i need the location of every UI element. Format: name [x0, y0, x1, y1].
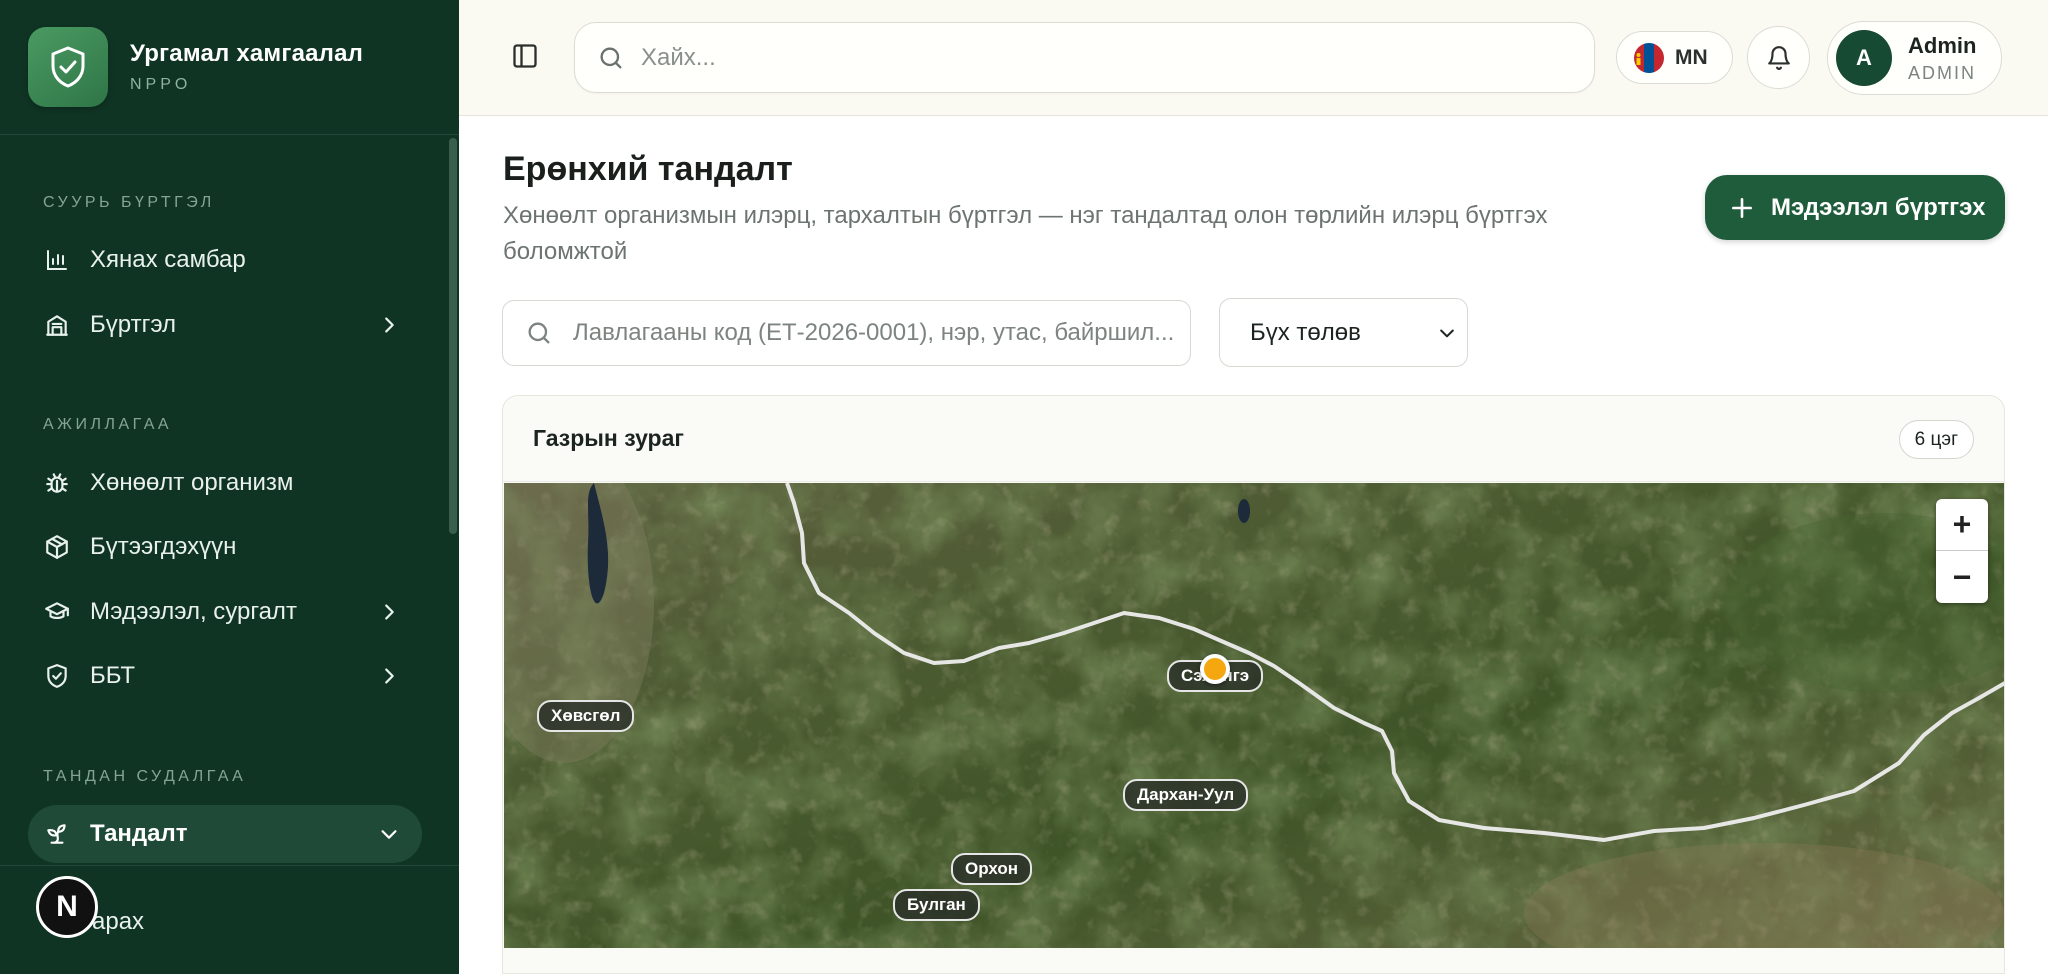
- map-zoom-control[interactable]: + −: [1936, 499, 1988, 603]
- sidebar-item-label: Хөнөөлт организм: [90, 469, 294, 496]
- zoom-out-button[interactable]: −: [1936, 551, 1988, 603]
- notifications-button[interactable]: [1747, 26, 1810, 89]
- shield-check-icon: [44, 663, 70, 689]
- sidebar-item-bbt[interactable]: ББТ: [28, 647, 422, 705]
- satellite-map-imagery: [504, 483, 2004, 948]
- place-label-orkhon: Орхон: [951, 853, 1033, 885]
- avatar: A: [1836, 30, 1892, 86]
- user-menu-button[interactable]: A Admin ADMIN: [1827, 21, 2002, 95]
- box-icon: [44, 534, 70, 560]
- page-title: Ерөнхий тандалт: [503, 150, 793, 188]
- sidebar-item-dashboard[interactable]: Хянах самбар: [28, 231, 422, 289]
- sidebar-footer-label[interactable]: арах: [92, 908, 144, 936]
- map-marker[interactable]: [1200, 654, 1230, 684]
- user-name: Admin: [1908, 32, 1977, 58]
- global-search[interactable]: [574, 22, 1595, 93]
- record-search-input[interactable]: [573, 319, 1183, 347]
- shield-leaf-logo-icon: [28, 27, 108, 107]
- sidebar-item-registration[interactable]: Бүртгэл: [28, 296, 422, 354]
- building-icon: [44, 312, 70, 338]
- section-title-operations: АЖИЛЛАГАА: [43, 416, 173, 433]
- map-title: Газрын зураг: [533, 425, 684, 451]
- sidebar: Ургамал хамгаалал NPPO СУУРЬ БҮРТГЭЛ Хян…: [0, 0, 459, 974]
- graduation-cap-icon: [44, 599, 70, 625]
- bell-icon: [1767, 45, 1790, 70]
- global-search-input[interactable]: [641, 43, 1541, 72]
- place-label-darkhan-uul: Дархан-Уул: [1123, 779, 1249, 811]
- chevron-down-icon: [1437, 323, 1457, 348]
- user-role: ADMIN: [1908, 62, 1976, 83]
- app-subtitle: NPPO: [130, 76, 192, 93]
- n-badge[interactable]: N: [36, 876, 98, 938]
- brand[interactable]: Ургамал хамгаалал NPPO: [0, 0, 459, 135]
- search-icon: [600, 47, 622, 69]
- section-title-surveillance: ТАНДАН СУДАЛГАА: [43, 768, 247, 785]
- bug-icon: [44, 470, 70, 496]
- add-record-label: Мэдээлэл бүртгэх: [1771, 193, 1986, 221]
- sidebar-item-info-training[interactable]: Мэдээлэл, сургалт: [28, 583, 422, 641]
- page-description: Хөнөөлт организмын илэрц, тархалтын бүрт…: [503, 202, 1548, 265]
- place-label-bulgan: Булган: [893, 889, 980, 921]
- sidebar-item-products[interactable]: Бүтээгдэхүүн: [28, 518, 422, 576]
- search-icon: [528, 322, 550, 344]
- place-label-khuvsgul: Хөвсгөл: [537, 700, 635, 732]
- sidebar-item-label: Бүтээгдэхүүн: [90, 533, 237, 560]
- panel-left-icon: [513, 44, 537, 68]
- bar-chart-icon: [44, 247, 70, 273]
- sidebar-item-label: Хянах самбар: [90, 246, 246, 273]
- chevron-right-icon: [378, 314, 400, 341]
- topbar: MN A Admin ADMIN: [459, 0, 2048, 116]
- satellite-map[interactable]: + − Хөвсгөл Сэлэнгэ Дархан-Уул Орхон Бул…: [504, 483, 2004, 948]
- map-card: Газрын зураг 6 цэг + − Хөвсгөл Дархан-Уу…: [502, 395, 2005, 974]
- status-filter-select[interactable]: Бүх төлөв: [1219, 298, 1468, 367]
- sidebar-item-label: Тандалт: [90, 820, 188, 847]
- sidebar-item-surveillance[interactable]: Тандалт: [28, 805, 422, 863]
- sidebar-item-label: Мэдээлэл, сургалт: [90, 598, 297, 625]
- sidebar-toggle-button[interactable]: [509, 40, 541, 72]
- chevron-right-icon: [378, 601, 400, 628]
- app-title: Ургамал хамгаалал: [130, 40, 364, 67]
- map-card-header: Газрын зураг 6 цэг: [503, 396, 2004, 482]
- chevron-right-icon: [378, 665, 400, 692]
- language-switch-button[interactable]: MN: [1616, 31, 1733, 84]
- sidebar-item-label: ББТ: [90, 662, 136, 689]
- sidebar-scrollbar[interactable]: [449, 138, 457, 534]
- mongolia-flag-icon: [1634, 42, 1664, 73]
- language-label: MN: [1675, 45, 1708, 69]
- sprout-icon: [44, 821, 70, 847]
- points-count-badge: 6 цэг: [1898, 420, 1974, 459]
- section-title-base-registry: СУУРЬ БҮРТГЭЛ: [43, 194, 215, 211]
- sidebar-item-pests[interactable]: Хөнөөлт организм: [28, 454, 422, 512]
- status-filter-value: Бүх төлөв: [1250, 318, 1361, 346]
- record-search[interactable]: [502, 300, 1191, 366]
- zoom-in-button[interactable]: +: [1936, 499, 1988, 551]
- chevron-down-icon: [378, 823, 400, 850]
- plus-icon: [1732, 197, 1752, 218]
- sidebar-item-label: Бүртгэл: [90, 311, 177, 338]
- add-record-button[interactable]: Мэдээлэл бүртгэх: [1705, 175, 2005, 240]
